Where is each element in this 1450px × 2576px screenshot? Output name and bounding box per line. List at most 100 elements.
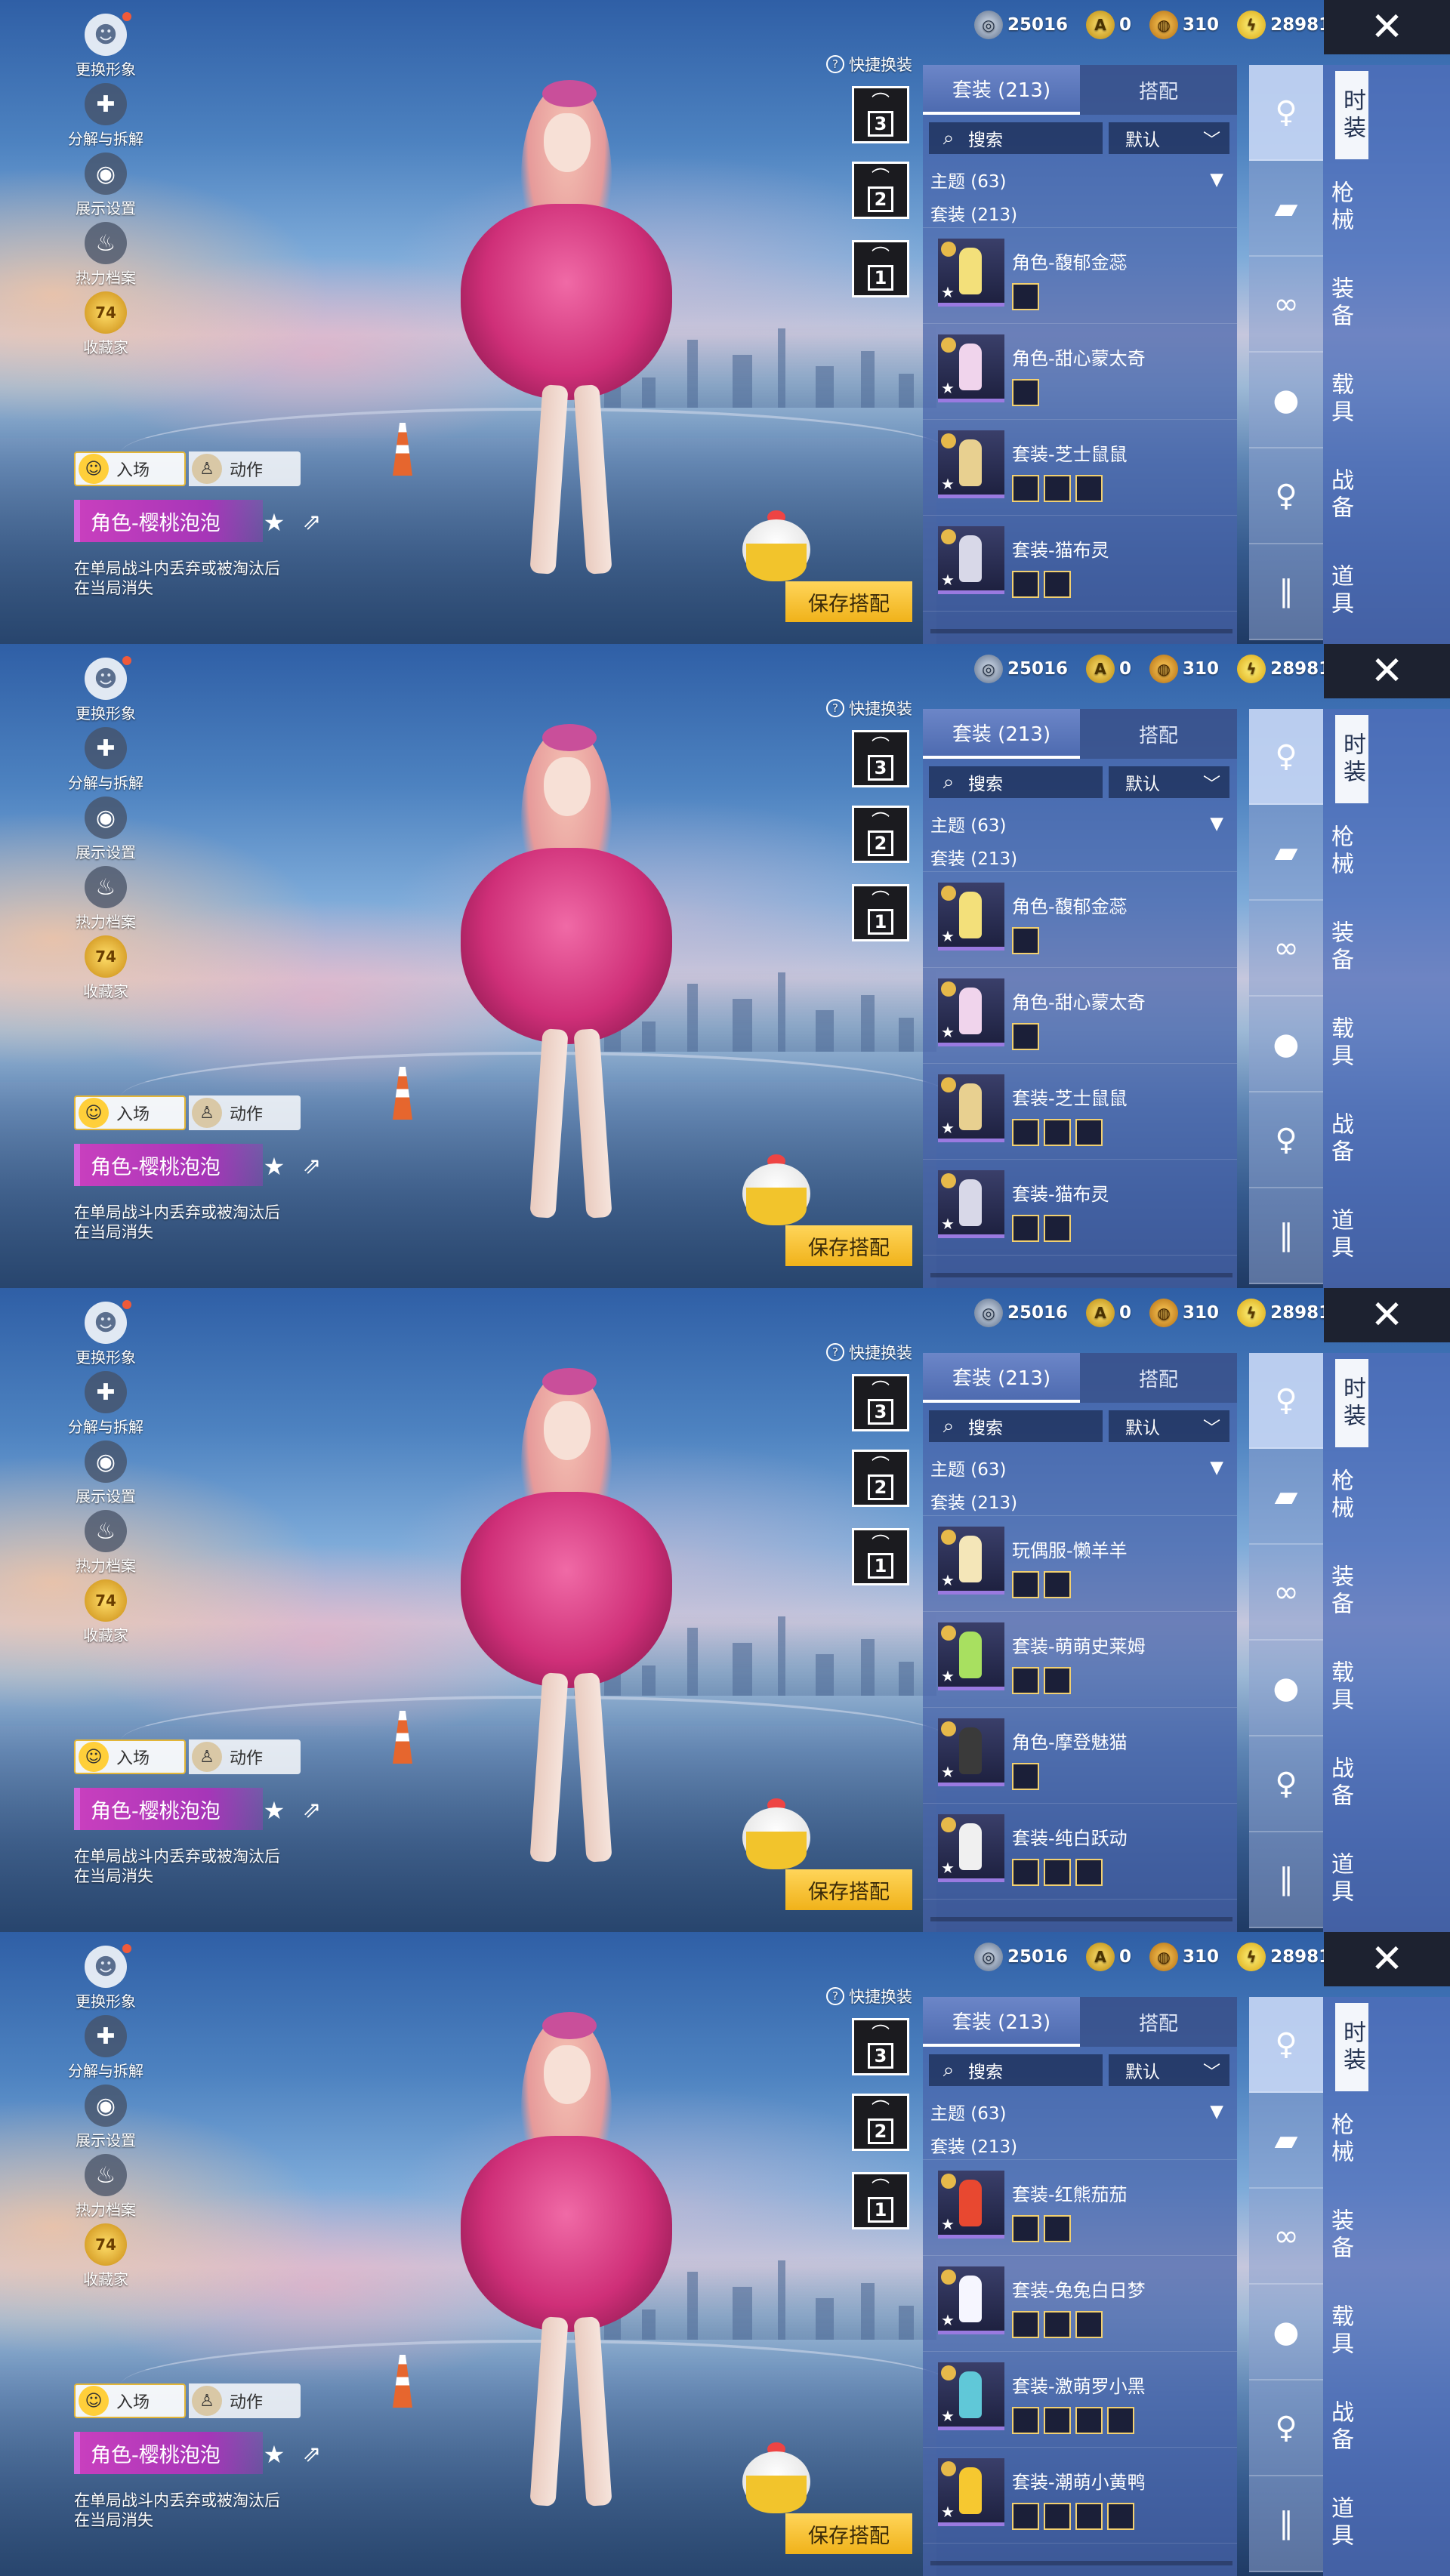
outfit-part-chip[interactable]: [1044, 571, 1071, 598]
left-menu-item[interactable]: ☻ 更换形象: [60, 12, 151, 83]
list-item[interactable]: ★ 套装-潮萌小黄鸭: [923, 2448, 1237, 2544]
wardrobe-slot-2[interactable]: ⌒ 2: [852, 806, 909, 863]
goggles-icon[interactable]: ∞: [1249, 257, 1323, 353]
outfit-part-chip[interactable]: [1075, 2311, 1103, 2338]
category-tab[interactable]: 装备: [1323, 899, 1356, 995]
wardrobe-slot-1[interactable]: ⌒ 1: [852, 2172, 909, 2229]
category-tab[interactable]: 枪械: [1323, 2091, 1356, 2187]
outfit-part-chip[interactable]: [1012, 2215, 1039, 2242]
left-menu-item[interactable]: ✚ 分解与拆解: [60, 83, 151, 153]
suit-filter[interactable]: 套装 (213): [923, 842, 1237, 872]
left-menu-item[interactable]: ☻ 更换形象: [60, 656, 151, 727]
category-tab[interactable]: 战备: [1323, 1735, 1356, 1831]
left-menu-item[interactable]: ☻ 更换形象: [60, 1944, 151, 2015]
wardrobe-slot-3[interactable]: ⌒ 3: [852, 1374, 909, 1431]
list-item[interactable]: ★ 套装-兔兔白日梦: [923, 2256, 1237, 2352]
tab-match[interactable]: 搭配: [1080, 1997, 1237, 2047]
battle-figure-icon[interactable]: ♀: [1249, 2380, 1323, 2476]
category-tab[interactable]: 道具: [1323, 1831, 1356, 1927]
share-icon[interactable]: ⇗: [298, 509, 325, 536]
action-tab[interactable]: ♙ 动作: [189, 1739, 301, 1774]
search-input[interactable]: ⌕ 搜索: [929, 122, 1103, 154]
outfit-part-chip[interactable]: [1012, 1119, 1039, 1146]
left-menu-item[interactable]: ♨ 热力档案: [60, 2154, 151, 2223]
outfit-part-chip[interactable]: [1075, 2407, 1103, 2434]
outfit-part-chip[interactable]: [1012, 1667, 1039, 1694]
left-menu-item[interactable]: ✚ 分解与拆解: [60, 727, 151, 797]
list-scrollbar[interactable]: [930, 1273, 1232, 1277]
sort-select[interactable]: 默认 ﹀: [1109, 2054, 1229, 2086]
close-icon[interactable]: ✕: [1324, 1288, 1450, 1342]
list-item[interactable]: ★ 套装-激萌罗小黑: [923, 2352, 1237, 2448]
wardrobe-slot-1[interactable]: ⌒ 1: [852, 1528, 909, 1585]
fashion-icon[interactable]: ♀: [1249, 1997, 1323, 2093]
gun-icon[interactable]: ▰: [1249, 161, 1323, 257]
category-tab[interactable]: 时装: [1335, 2003, 1368, 2091]
wardrobe-slot-3[interactable]: ⌒ 3: [852, 730, 909, 787]
goggles-icon[interactable]: ∞: [1249, 1545, 1323, 1641]
favorite-star-icon[interactable]: ★: [261, 2441, 288, 2468]
outfit-part-chip[interactable]: [1012, 1859, 1039, 1886]
category-tab[interactable]: 枪械: [1323, 1447, 1356, 1543]
props-icon[interactable]: ∥: [1249, 1188, 1323, 1284]
list-scrollbar[interactable]: [930, 2561, 1232, 2565]
list-item[interactable]: ★ 玩偶服-懒羊羊: [923, 1516, 1237, 1612]
list-item[interactable]: ★ 套装-芝士鼠鼠: [923, 1064, 1237, 1160]
category-tab[interactable]: 战备: [1323, 447, 1356, 543]
theme-filter[interactable]: 主题 (63) ▼: [923, 1450, 1237, 1486]
outfit-part-chip[interactable]: [1044, 1119, 1071, 1146]
outfit-part-chip[interactable]: [1012, 2407, 1039, 2434]
outfit-part-chip[interactable]: [1012, 283, 1039, 310]
category-tab[interactable]: 道具: [1323, 1187, 1356, 1283]
left-menu-item[interactable]: ☻ 更换形象: [60, 1300, 151, 1371]
outfit-part-chip[interactable]: [1075, 1119, 1103, 1146]
list-item[interactable]: ★ 角色-甜心蒙太奇: [923, 968, 1237, 1064]
sort-select[interactable]: 默认 ﹀: [1109, 122, 1229, 154]
tab-suits[interactable]: 套装 (213): [923, 65, 1080, 115]
search-input[interactable]: ⌕ 搜索: [929, 2054, 1103, 2086]
gun-icon[interactable]: ▰: [1249, 1449, 1323, 1545]
left-menu-item[interactable]: ✚ 分解与拆解: [60, 1371, 151, 1441]
list-item[interactable]: ★ 套装-猫布灵: [923, 1160, 1237, 1256]
wardrobe-slot-1[interactable]: ⌒ 1: [852, 240, 909, 297]
character-model[interactable]: [446, 1985, 687, 2513]
suit-filter[interactable]: 套装 (213): [923, 198, 1237, 228]
quick-switch[interactable]: ? 快捷换装: [826, 53, 912, 75]
battle-figure-icon[interactable]: ♀: [1249, 1092, 1323, 1188]
outfit-part-chip[interactable]: [1012, 1023, 1039, 1050]
left-menu-item[interactable]: 74 收藏家: [60, 2223, 151, 2293]
save-outfit-button[interactable]: 保存搭配: [785, 2513, 912, 2554]
outfit-part-chip[interactable]: [1012, 1571, 1039, 1598]
quick-switch[interactable]: ? 快捷换装: [826, 697, 912, 719]
share-icon[interactable]: ⇗: [298, 1153, 325, 1180]
category-tab[interactable]: 战备: [1323, 2379, 1356, 2475]
suit-filter[interactable]: 套装 (213): [923, 1486, 1237, 1516]
tab-suits[interactable]: 套装 (213): [923, 1353, 1080, 1403]
gun-icon[interactable]: ▰: [1249, 2093, 1323, 2189]
category-tab[interactable]: 载具: [1323, 351, 1356, 447]
action-tab[interactable]: ♙ 动作: [189, 2383, 301, 2418]
search-input[interactable]: ⌕ 搜索: [929, 766, 1103, 798]
wardrobe-slot-2[interactable]: ⌒ 2: [852, 1450, 909, 1507]
left-menu-item[interactable]: ♨ 热力档案: [60, 1510, 151, 1579]
left-menu-item[interactable]: ♨ 热力档案: [60, 222, 151, 291]
list-item[interactable]: ★ 角色-摩登魅猫: [923, 1708, 1237, 1804]
wardrobe-slot-2[interactable]: ⌒ 2: [852, 2094, 909, 2151]
share-icon[interactable]: ⇗: [298, 1797, 325, 1824]
close-icon[interactable]: ✕: [1324, 1932, 1450, 1986]
outfit-part-chip[interactable]: [1044, 1215, 1071, 1242]
tab-match[interactable]: 搭配: [1080, 65, 1237, 115]
outfit-part-chip[interactable]: [1044, 1667, 1071, 1694]
list-item[interactable]: ★ 套装-芝士鼠鼠: [923, 420, 1237, 516]
category-tab[interactable]: 时装: [1335, 71, 1368, 159]
outfit-part-chip[interactable]: [1012, 2311, 1039, 2338]
fashion-icon[interactable]: ♀: [1249, 709, 1323, 805]
category-tab[interactable]: 时装: [1335, 1359, 1368, 1447]
action-tab[interactable]: ♙ 动作: [189, 1095, 301, 1130]
props-icon[interactable]: ∥: [1249, 544, 1323, 640]
outfit-part-chip[interactable]: [1012, 927, 1039, 954]
favorite-star-icon[interactable]: ★: [261, 1153, 288, 1180]
left-menu-item[interactable]: 74 收藏家: [60, 935, 151, 1005]
outfit-part-chip[interactable]: [1012, 571, 1039, 598]
close-icon[interactable]: ✕: [1324, 644, 1450, 698]
